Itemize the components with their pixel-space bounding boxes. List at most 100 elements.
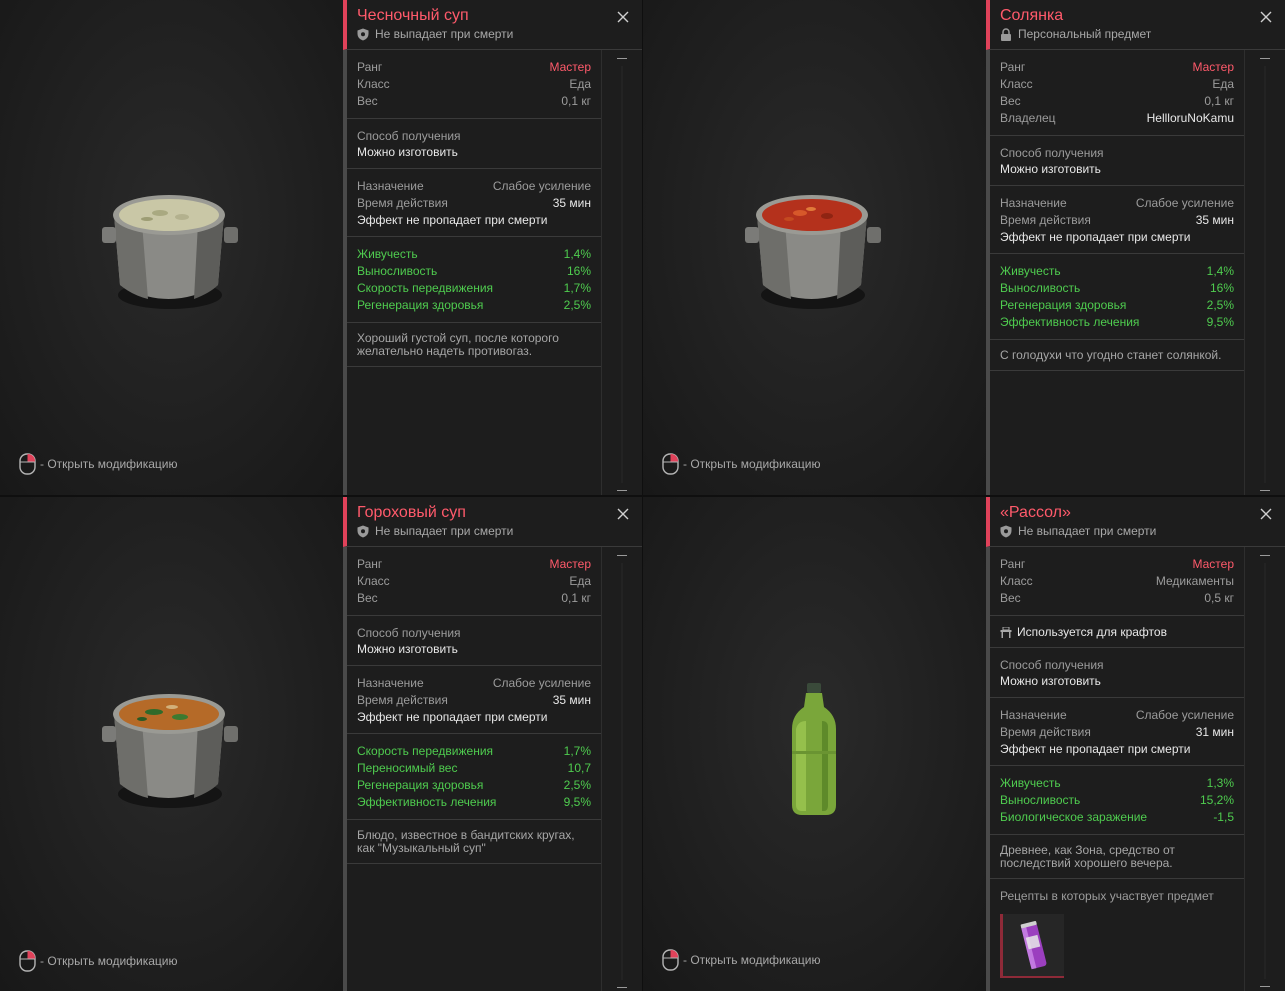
close-icon xyxy=(1260,508,1272,520)
stat-value: 0,1 кг xyxy=(561,591,591,605)
purpose-value: Слабое усиление xyxy=(1135,708,1234,722)
effect-label: Регенерация здоровья xyxy=(1000,298,1127,312)
stat-label: Вес xyxy=(1000,94,1021,108)
stat-value: 0,1 кг xyxy=(561,94,591,108)
stat-label: Вес xyxy=(357,94,378,108)
scroll-track[interactable] xyxy=(621,563,623,980)
stat-label: Ранг xyxy=(1000,60,1026,74)
purpose-row: Назначение Слабое усиление xyxy=(1000,195,1234,212)
open-mod-hint[interactable]: - Открыть модификацию xyxy=(662,453,821,475)
duration-row: Время действия 31 мин xyxy=(1000,724,1234,741)
obtain-value: Можно изготовить xyxy=(357,642,458,656)
stat-value: Мастер xyxy=(549,60,591,74)
effect-value: 9,5% xyxy=(1206,315,1234,329)
scroll-cap-top xyxy=(1260,555,1270,556)
stats-section: Ранг Мастер Класс Еда Вес 0,1 кг Владелец He… xyxy=(990,50,1244,136)
item-card-brine: - Открыть модификацию «Рассол» Не выпада… xyxy=(643,497,1285,991)
item-info-panel: Чесночный суп Не выпадает при смерти Ран… xyxy=(343,0,642,495)
soup-pot-icon xyxy=(102,694,238,808)
effect-value: 1,4% xyxy=(1206,264,1234,278)
effect-row: Переносимый вес 10,7 xyxy=(357,760,591,777)
effect-value: 16% xyxy=(566,264,591,278)
obtain-value: Можно изготовить xyxy=(1000,162,1101,176)
scroll-track[interactable] xyxy=(1264,563,1266,979)
lock-icon xyxy=(1001,27,1011,41)
effect-value: 16% xyxy=(1209,281,1234,295)
purpose-label: Назначение xyxy=(357,676,424,690)
stat-value: HellloruNoKamu xyxy=(1146,111,1234,125)
effect-row: Скорость передвижения 1,7% xyxy=(357,743,591,760)
scrollbar[interactable] xyxy=(1259,555,1271,987)
stat-row-weight: Вес 0,1 кг xyxy=(1000,93,1234,110)
purpose-row: Назначение Слабое усиление xyxy=(1000,707,1234,724)
panel-header: «Рассол» Не выпадает при смерти xyxy=(986,497,1285,547)
item-title: «Рассол» xyxy=(1000,504,1071,521)
mouse-right-click-icon xyxy=(662,453,679,475)
effect-value: 1,3% xyxy=(1206,776,1234,790)
shield-icon xyxy=(357,28,369,40)
obtain-label: Способ получения xyxy=(1000,146,1104,160)
subtitle-label: Не выпадает при смерти xyxy=(1018,524,1157,538)
item-preview: - Открыть модификацию xyxy=(643,0,986,495)
effect-note: Эффект не пропадает при смерти xyxy=(1000,742,1191,756)
item-card-pea-soup: - Открыть модификацию Гороховый суп Не в… xyxy=(0,497,642,991)
stat-value: Мастер xyxy=(1192,60,1234,74)
obtain-value: Можно изготовить xyxy=(357,145,458,159)
close-button[interactable] xyxy=(1259,507,1273,521)
close-icon xyxy=(617,11,629,23)
bottle-icon xyxy=(792,683,836,815)
open-mod-hint[interactable]: - Открыть модификацию xyxy=(19,453,178,475)
soup-pot-icon xyxy=(745,195,881,309)
stat-row-rank: Ранг Мастер xyxy=(1000,59,1234,76)
scrollbar[interactable] xyxy=(616,555,628,988)
effect-row: Регенерация здоровья 2,5% xyxy=(1000,297,1234,314)
description-section: Древнее, как Зона, средство от последств… xyxy=(990,835,1244,879)
purpose-section: Назначение Слабое усиление Время действия… xyxy=(990,698,1244,766)
stats-section: Ранг Мастер Класс Медикаменты Вес 0,5 кг xyxy=(990,547,1244,616)
close-button[interactable] xyxy=(1259,10,1273,24)
close-button[interactable] xyxy=(616,10,630,24)
stats-section: Ранг Мастер Класс Еда Вес 0,1 кг xyxy=(347,547,601,616)
effect-value: 1,4% xyxy=(563,247,591,261)
close-icon xyxy=(617,508,629,520)
item-preview: - Открыть модификацию xyxy=(0,0,343,495)
purpose-value: Слабое усиление xyxy=(492,179,591,193)
stat-label: Ранг xyxy=(1000,557,1026,571)
purpose-value: Слабое усиление xyxy=(1135,196,1234,210)
panel-header: Чесночный суп Не выпадает при смерти xyxy=(343,0,642,50)
effect-note: Эффект не пропадает при смерти xyxy=(357,213,548,227)
effect-value: 2,5% xyxy=(1206,298,1234,312)
hint-label: - Открыть модификацию xyxy=(40,954,178,968)
stat-label: Вес xyxy=(1000,591,1021,605)
panel-content: Ранг Мастер Класс Еда Вес 0,1 кг Способ пол… xyxy=(347,547,602,991)
panel-content: Ранг Мастер Класс Медикаменты Вес 0,5 кг Ис… xyxy=(990,547,1245,991)
open-mod-hint[interactable]: - Открыть модификацию xyxy=(19,950,178,972)
obtain-value: Можно изготовить xyxy=(1000,674,1101,688)
effect-value: 1,7% xyxy=(563,281,591,295)
scroll-track[interactable] xyxy=(621,66,623,483)
effect-note: Эффект не пропадает при смерти xyxy=(1000,230,1191,244)
effect-label: Биологическое заражение xyxy=(1000,810,1148,824)
item-info-panel: Солянка Персональный предмет Ранг Мастер … xyxy=(986,0,1285,495)
scroll-track[interactable] xyxy=(1264,66,1266,483)
purpose-section: Назначение Слабое усиление Время действия… xyxy=(347,666,601,734)
open-mod-hint[interactable]: - Открыть модификацию xyxy=(662,949,821,971)
scroll-cap-top xyxy=(617,555,627,556)
craft-section: Используется для крафтов xyxy=(990,616,1244,648)
scrollbar[interactable] xyxy=(616,58,628,491)
subtitle-label: Персональный предмет xyxy=(1018,27,1152,41)
duration-row: Время действия 35 мин xyxy=(357,692,591,709)
item-info-panel: Гороховый суп Не выпадает при смерти Ран… xyxy=(343,497,642,991)
recipe-item-tile[interactable] xyxy=(1000,914,1064,978)
item-description: С голодухи что угодно станет солянкой. xyxy=(1000,348,1222,362)
scrollbar[interactable] xyxy=(1259,58,1271,491)
effect-row: Живучесть 1,3% xyxy=(1000,775,1234,792)
close-button[interactable] xyxy=(616,507,630,521)
obtain-section: Способ получения Можно изготовить xyxy=(347,616,601,666)
stat-row-rank: Ранг Мастер xyxy=(1000,556,1234,573)
effect-label: Скорость передвижения xyxy=(357,744,494,758)
effect-value: 10,7 xyxy=(567,761,591,775)
effects-section: Живучесть 1,4% Выносливость 16% Регенераци… xyxy=(990,254,1244,340)
stat-row-weight: Вес 0,5 кг xyxy=(1000,590,1234,607)
effect-row: Скорость передвижения 1,7% xyxy=(357,280,591,297)
